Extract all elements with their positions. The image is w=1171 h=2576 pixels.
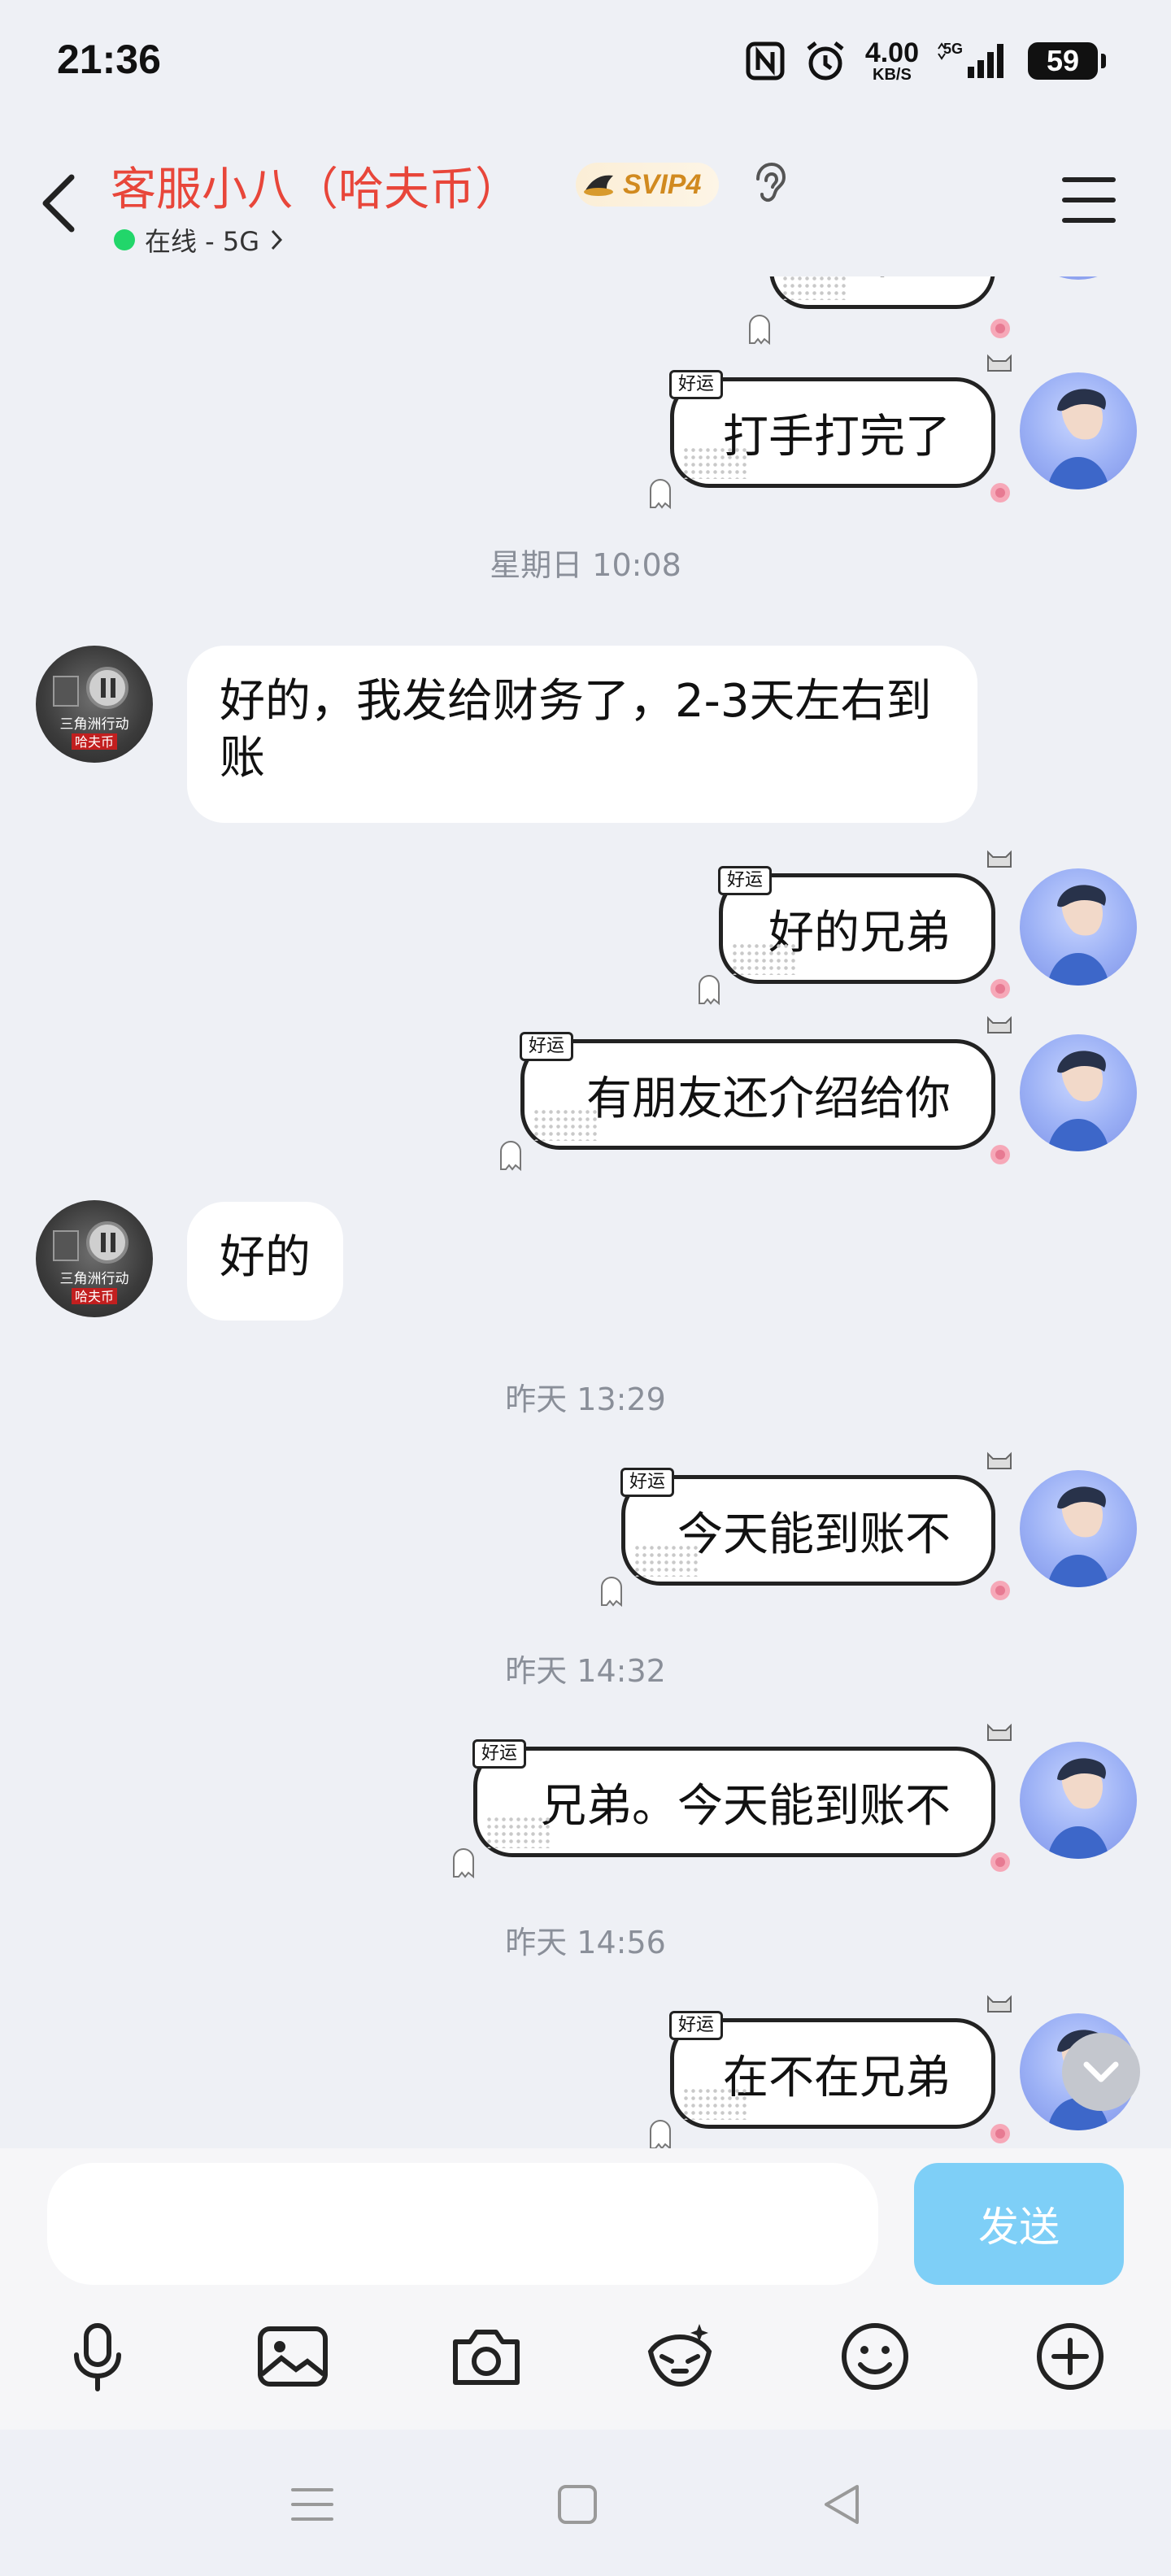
- message-bubble-incoming[interactable]: 好的: [187, 1202, 343, 1321]
- message-bubble-outgoing[interactable]: 在不在: [769, 276, 995, 309]
- my-avatar[interactable]: [1020, 868, 1137, 986]
- timestamp: 昨天 14:32: [505, 1653, 666, 1689]
- luck-tag: 好运: [472, 1739, 527, 1769]
- timestamp: 昨天 14:56: [505, 1925, 666, 1960]
- online-status[interactable]: 在线 - 5G: [114, 221, 284, 259]
- message-input[interactable]: [47, 2163, 878, 2285]
- ghost-sticker-icon: [453, 1848, 474, 1878]
- ear-icon[interactable]: [750, 161, 787, 210]
- flower-sticker-icon: [990, 979, 1010, 999]
- camera-icon[interactable]: [449, 2319, 524, 2394]
- my-avatar[interactable]: [1020, 1034, 1137, 1151]
- speed-unit: KB/S: [873, 66, 912, 84]
- svip-label: SVIP4: [623, 168, 702, 200]
- cat-sticker-icon: [987, 850, 1012, 868]
- timestamp: 星期日 10:08: [490, 547, 681, 583]
- status-bar: 21:36 4.00 KB/S 5G 59: [0, 0, 1171, 130]
- face-effect-icon[interactable]: [642, 2319, 717, 2394]
- my-avatar[interactable]: [1020, 276, 1137, 280]
- menu-button[interactable]: [1062, 177, 1116, 223]
- signal-5g-icon: 5G: [938, 41, 1003, 78]
- chevron-down-icon: [1083, 2061, 1119, 2082]
- luck-tag: 好运: [669, 370, 724, 399]
- ghost-sticker-icon: [650, 479, 671, 509]
- luck-tag: 好运: [669, 2011, 724, 2040]
- send-button[interactable]: 发送: [914, 2163, 1124, 2285]
- timestamp: 昨天 13:29: [505, 1382, 666, 1417]
- ghost-sticker-icon: [749, 315, 770, 345]
- message-bubble-outgoing[interactable]: 好运 打手打完了: [669, 370, 995, 488]
- ghost-sticker-icon: [699, 975, 720, 1005]
- message-text: 好的: [220, 1231, 311, 1284]
- message-text: 有朋友还介绍给你: [586, 1072, 951, 1125]
- hat-icon: [584, 175, 613, 196]
- flower-sticker-icon: [990, 319, 1010, 338]
- message-bubble-outgoing[interactable]: 好运 今天能到账不: [620, 1468, 995, 1586]
- my-avatar[interactable]: [1020, 1470, 1137, 1587]
- chat-title[interactable]: 客服小八（哈夫币）: [111, 153, 520, 219]
- avatar-text-line1: 三角洲行动: [60, 1271, 129, 1287]
- network-speed: 4.00 KB/S: [865, 39, 919, 83]
- message-bubble-outgoing[interactable]: 好运 在不在兄弟: [669, 2011, 995, 2129]
- cat-sticker-icon: [987, 1723, 1012, 1741]
- flower-sticker-icon: [990, 2124, 1010, 2143]
- avatar-text-line2: 哈夫币: [75, 1289, 114, 1304]
- image-icon[interactable]: [255, 2319, 330, 2394]
- message-text: 在不在: [814, 276, 951, 287]
- svg-text:5G: 5G: [943, 41, 963, 57]
- home-icon[interactable]: [553, 2480, 602, 2529]
- cat-sticker-icon: [987, 1995, 1012, 2012]
- flower-sticker-icon: [990, 483, 1010, 503]
- alarm-icon: [807, 41, 844, 80]
- message-text: 今天能到账不: [677, 1508, 951, 1561]
- message-bubble-outgoing[interactable]: 好运 有朋友还介绍给你: [520, 1032, 995, 1150]
- luck-tag: 好运: [718, 866, 773, 895]
- plus-icon[interactable]: [1033, 2319, 1108, 2394]
- luck-tag: 好运: [520, 1032, 574, 1061]
- message-text: 好的兄弟: [768, 906, 951, 959]
- clock: 21:36: [57, 37, 161, 82]
- cat-sticker-icon: [987, 1451, 1012, 1469]
- customer-service-avatar[interactable]: 三角洲行动 哈夫币: [36, 1200, 153, 1317]
- menu-line: [1062, 198, 1116, 202]
- back-arrow-icon[interactable]: [36, 171, 85, 236]
- menu-line: [1062, 177, 1116, 182]
- scroll-to-bottom-button[interactable]: [1062, 2033, 1140, 2111]
- online-dot-icon: [114, 229, 135, 250]
- my-avatar[interactable]: [1020, 372, 1137, 490]
- chevron-right-icon: [271, 229, 283, 250]
- ghost-sticker-icon: [650, 2120, 671, 2148]
- message-bubble-incoming[interactable]: 好的，我发给财务了，2-3天左右到账: [187, 646, 977, 823]
- luck-tag: 好运: [620, 1468, 675, 1497]
- online-status-text: 在线 - 5G: [145, 226, 260, 257]
- nfc-icon: [746, 41, 785, 80]
- message-text: 在不在兄弟: [723, 2051, 951, 2104]
- cat-sticker-icon: [987, 1016, 1012, 1033]
- avatar-text-line1: 三角洲行动: [60, 716, 129, 733]
- recent-apps-icon[interactable]: [288, 2480, 337, 2529]
- message-bubble-outgoing[interactable]: 好运 兄弟。今天能到账不: [472, 1739, 995, 1857]
- battery-indicator: 59: [1028, 42, 1106, 80]
- svip-badge[interactable]: SVIP4: [576, 163, 720, 207]
- message-text: 打手打完了: [723, 410, 951, 463]
- customer-service-avatar[interactable]: 三角洲行动 哈夫币: [36, 646, 153, 763]
- flower-sticker-icon: [990, 1581, 1010, 1600]
- message-bubble-outgoing[interactable]: 好运 好的兄弟: [718, 866, 995, 984]
- message-text: 兄弟。今天能到账不: [541, 1779, 951, 1833]
- avatar-text-line2: 哈夫币: [75, 734, 114, 750]
- back-triangle-icon[interactable]: [818, 2480, 867, 2529]
- message-text: 好的，我发给财务了，2-3天左右到账: [220, 675, 932, 785]
- ghost-sticker-icon: [601, 1577, 622, 1607]
- speed-value: 4.00: [864, 37, 919, 68]
- microphone-icon[interactable]: [60, 2319, 135, 2394]
- status-icons: 4.00 KB/S 5G 59: [745, 39, 1106, 83]
- ghost-sticker-icon: [500, 1141, 521, 1171]
- my-avatar[interactable]: [1020, 1742, 1137, 1859]
- cat-sticker-icon: [987, 354, 1012, 372]
- flower-sticker-icon: [990, 1852, 1010, 1872]
- message-list[interactable]: 在不在 好运 打手打完了 星期日 10:08 三角洲行动哈夫币 好的，我发给财务…: [0, 276, 1171, 2148]
- flower-sticker-icon: [990, 1145, 1010, 1164]
- emoji-icon[interactable]: [838, 2319, 912, 2394]
- menu-line: [1062, 218, 1116, 223]
